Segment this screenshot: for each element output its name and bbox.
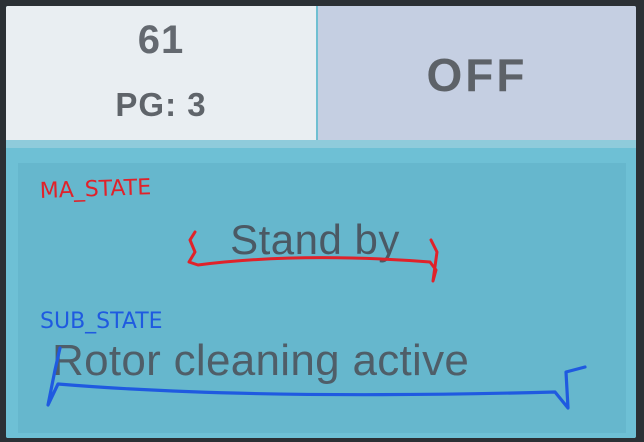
main-state-value: Stand by — [230, 216, 400, 263]
sub-state-value: Rotor cleaning active — [52, 336, 470, 385]
device-frame: 61 PG: 3 OFF Stand by Rotor cleaning act… — [0, 0, 644, 442]
state-panel-inner — [18, 163, 626, 433]
page-indicator: PG: 3 — [115, 86, 207, 123]
counter-page-cell: 61 PG: 3 — [6, 6, 316, 140]
status-header: 61 PG: 3 OFF — [6, 6, 636, 144]
power-state-label: OFF — [426, 49, 528, 101]
counter-value: 61 — [137, 18, 185, 62]
power-state-cell[interactable]: OFF — [318, 6, 636, 140]
state-panel — [6, 148, 636, 438]
header-divider — [6, 140, 636, 148]
